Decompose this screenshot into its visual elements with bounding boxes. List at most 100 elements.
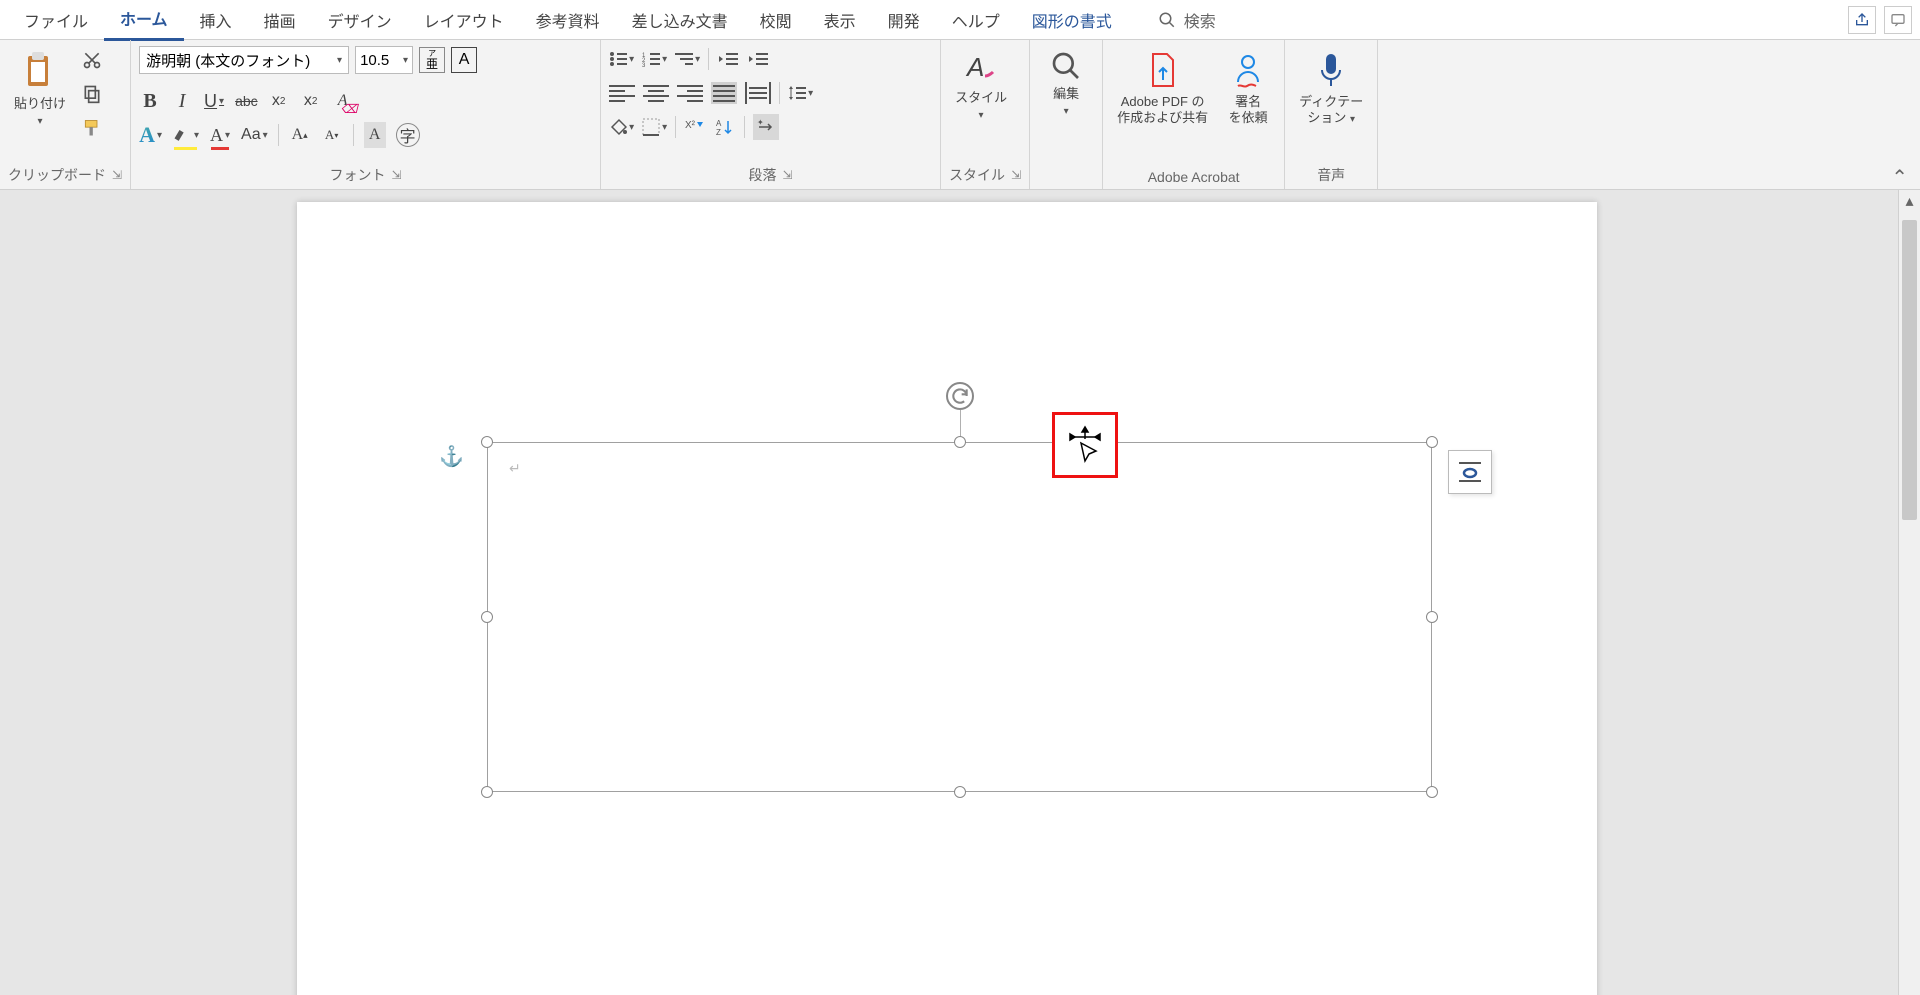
vertical-scrollbar[interactable]: ▴ <box>1898 190 1920 995</box>
multilevel-icon <box>675 51 693 67</box>
tab-layout[interactable]: レイアウト <box>408 0 520 40</box>
tab-developer[interactable]: 開発 <box>872 0 936 40</box>
font-color-button[interactable]: A ▾ <box>209 122 231 148</box>
resize-handle-n[interactable] <box>954 436 966 448</box>
show-marks-button[interactable]: ✦ <box>753 114 779 140</box>
microphone-icon <box>1316 50 1346 90</box>
sort-button[interactable]: AZ <box>714 114 736 140</box>
shape-border <box>487 442 1432 792</box>
font-size-select[interactable]: 10.5▾ <box>355 46 413 74</box>
tab-insert[interactable]: 挿入 <box>184 0 248 40</box>
group-editing: 編集 ▾ <box>1030 40 1103 189</box>
page[interactable]: ⚓ ↵ <box>297 202 1597 995</box>
font-name-value: 游明朝 (本文のフォント) <box>146 50 310 71</box>
resize-handle-ne[interactable] <box>1426 436 1438 448</box>
scroll-thumb[interactable] <box>1902 220 1917 520</box>
align-left-button[interactable] <box>609 82 635 104</box>
ribbon: 貼り付け ▾ クリップボード ⇲ 游明朝 (本文のフォント)▾ <box>0 40 1920 190</box>
underline-button[interactable]: U ▾ <box>203 88 225 114</box>
group-clipboard: 貼り付け ▾ クリップボード ⇲ <box>0 40 131 189</box>
clear-formatting-button[interactable]: A⌫ <box>332 88 354 114</box>
resize-handle-se[interactable] <box>1426 786 1438 798</box>
superscript-button[interactable]: x2 <box>300 88 322 114</box>
search-box[interactable]: 検索 <box>1158 8 1216 32</box>
tab-home[interactable]: ホーム <box>104 0 184 41</box>
bullets-button[interactable]: ▾ <box>609 46 634 72</box>
tab-references[interactable]: 参考資料 <box>520 0 616 40</box>
document-area[interactable]: ⚓ ↵ <box>0 190 1920 995</box>
ribbon-tabs: ファイル ホーム 挿入 描画 デザイン レイアウト 参考資料 差し込み文書 校閲… <box>0 0 1920 40</box>
highlight-button[interactable]: ▾ <box>172 122 199 148</box>
multilevel-list-button[interactable]: ▾ <box>675 46 700 72</box>
dictate-button[interactable]: ディクテーション ▾ <box>1293 46 1369 130</box>
resize-handle-w[interactable] <box>481 611 493 623</box>
styles-launcher[interactable]: ⇲ <box>1011 168 1021 182</box>
shading-button[interactable]: ▾ <box>609 114 634 140</box>
styles-icon: A <box>963 50 999 86</box>
resize-handle-s[interactable] <box>954 786 966 798</box>
strikethrough-button[interactable]: abc <box>235 88 258 114</box>
font-name-select[interactable]: 游明朝 (本文のフォント)▾ <box>139 46 349 74</box>
share-button[interactable] <box>1848 6 1876 34</box>
cut-button[interactable] <box>78 46 106 74</box>
font-launcher[interactable]: ⇲ <box>392 168 402 182</box>
clipboard-icon <box>22 50 58 92</box>
tab-mailings[interactable]: 差し込み文書 <box>616 0 744 40</box>
enclose-char-button[interactable]: 字 <box>396 123 420 147</box>
grow-font-button[interactable]: A▴ <box>289 122 311 148</box>
rotate-handle[interactable] <box>946 382 974 410</box>
shrink-font-button[interactable]: A▾ <box>321 122 343 148</box>
resize-handle-nw[interactable] <box>481 436 493 448</box>
scroll-up-button[interactable]: ▴ <box>1899 190 1920 212</box>
pilcrow-icon: ✦ <box>757 118 775 136</box>
paragraph-launcher[interactable]: ⇲ <box>783 168 793 182</box>
text-effects-button[interactable]: A▾ <box>139 122 162 148</box>
tab-view[interactable]: 表示 <box>808 0 872 40</box>
subscript-button[interactable]: x2 <box>268 88 290 114</box>
phonetic-guide-button[interactable]: ア 亜 <box>419 47 445 73</box>
decrease-indent-button[interactable] <box>717 46 739 72</box>
align-right-button[interactable] <box>677 82 703 104</box>
align-justify-button[interactable] <box>711 82 737 104</box>
align-distribute-button[interactable] <box>745 82 771 104</box>
comments-button[interactable] <box>1884 6 1912 34</box>
tab-draw[interactable]: 描画 <box>248 0 312 40</box>
styles-button[interactable]: A スタイル ▾ <box>949 46 1013 125</box>
resize-handle-sw[interactable] <box>481 786 493 798</box>
tab-review[interactable]: 校閲 <box>744 0 808 40</box>
editing-button[interactable]: 編集 ▾ <box>1038 46 1094 121</box>
change-case-button[interactable]: Aa ▾ <box>241 122 268 148</box>
increase-indent-button[interactable] <box>747 46 769 72</box>
request-signature-button[interactable]: 署名を依頼 <box>1220 46 1276 129</box>
resize-handle-e[interactable] <box>1426 611 1438 623</box>
paste-button[interactable]: 貼り付け ▾ <box>8 46 72 131</box>
copy-button[interactable] <box>78 80 106 108</box>
format-painter-button[interactable] <box>78 114 106 142</box>
character-border-button[interactable]: A <box>451 47 477 73</box>
sort-icon: AZ <box>716 118 734 136</box>
brush-icon <box>82 118 102 138</box>
font-group-label: フォント <box>330 165 386 185</box>
signature-icon <box>1230 50 1266 90</box>
tab-design[interactable]: デザイン <box>312 0 408 40</box>
bucket-icon <box>609 118 627 136</box>
clipboard-launcher[interactable]: ⇲ <box>112 168 122 182</box>
char-shading-button[interactable]: A <box>364 122 386 148</box>
tab-shape-format[interactable]: 図形の書式 <box>1016 0 1128 40</box>
numbering-button[interactable]: 123▾ <box>642 46 667 72</box>
tab-file[interactable]: ファイル <box>8 0 104 40</box>
create-pdf-button[interactable]: Adobe PDF の作成および共有 <box>1111 46 1214 129</box>
paste-label: 貼り付け <box>14 96 66 112</box>
selected-shape[interactable]: ⚓ ↵ <box>487 442 1432 792</box>
tab-help[interactable]: ヘルプ <box>936 0 1016 40</box>
borders-button[interactable]: ▾ <box>642 114 667 140</box>
bold-button[interactable]: B <box>139 88 161 114</box>
asian-layout-button[interactable]: X² <box>684 114 706 140</box>
line-spacing-button[interactable]: ▾ <box>788 80 813 106</box>
styles-label: スタイル <box>955 90 1007 106</box>
italic-button[interactable]: I <box>171 88 193 114</box>
layout-options-button[interactable] <box>1448 450 1492 494</box>
align-center-button[interactable] <box>643 82 669 104</box>
paragraph-group-label: 段落 <box>749 165 777 185</box>
font-size-value: 10.5 <box>360 52 389 69</box>
